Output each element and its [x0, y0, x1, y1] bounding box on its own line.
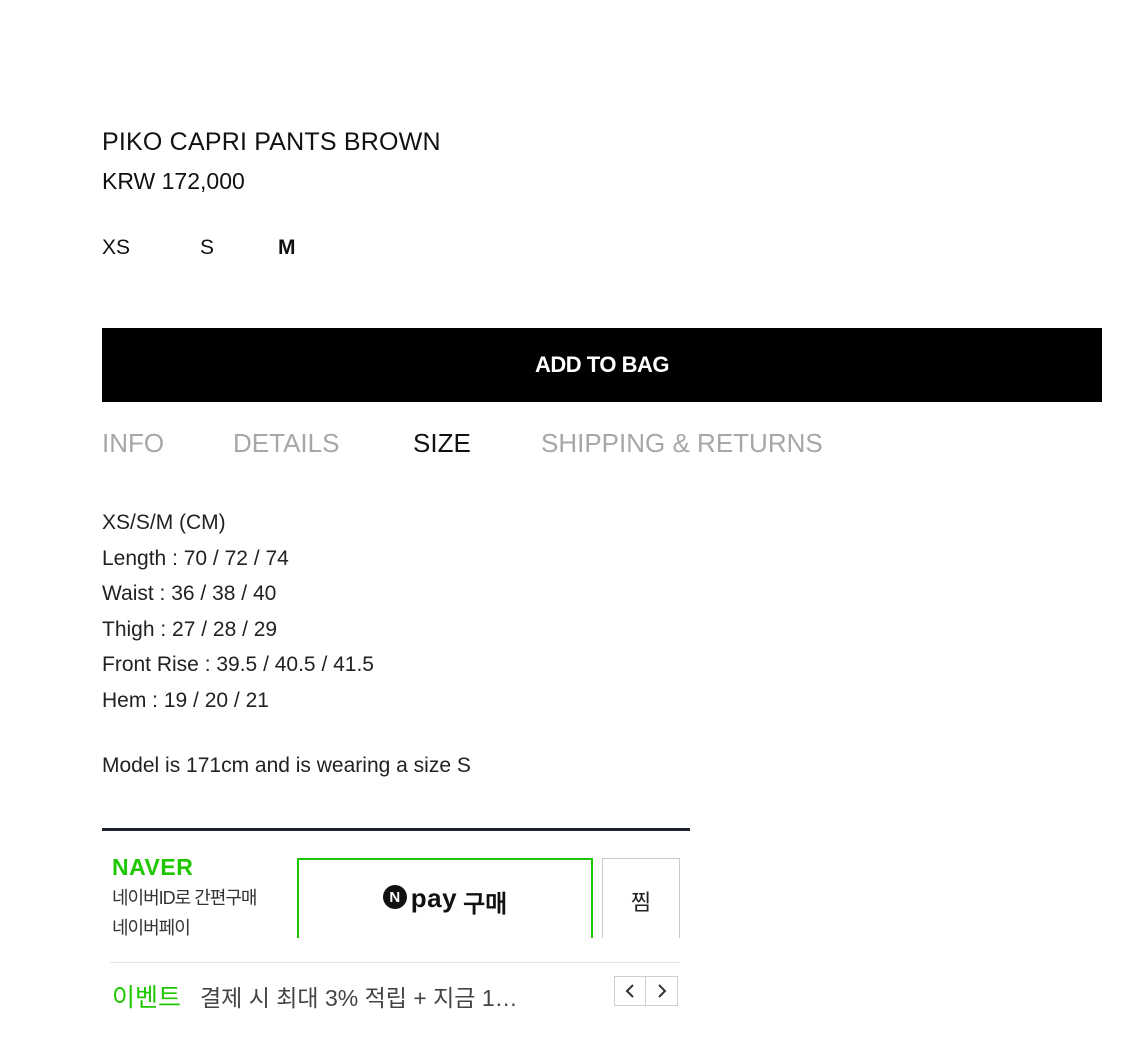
tab-size[interactable]: SIZE: [413, 428, 471, 459]
size-spec-hem: Hem : 19 / 20 / 21: [102, 688, 269, 712]
naver-pay-event-divider: [110, 962, 680, 963]
naver-pay-top-divider: [102, 828, 690, 831]
naver-event-text[interactable]: 결제 시 최대 3% 적립 + 지금 1…: [200, 979, 518, 1013]
naver-pay-buy-label: 구매: [463, 891, 508, 918]
size-option-m[interactable]: M: [278, 236, 296, 260]
naver-event-label: 이벤트: [112, 984, 182, 1012]
naver-subtitle-line1: 네이버ID로 간편구매: [112, 888, 257, 908]
naver-subtitle-line2: 네이버페이: [112, 918, 191, 938]
size-spec-thigh: Thigh : 27 / 28 / 29: [102, 617, 278, 641]
size-spec-header: XS/S/M (CM): [102, 511, 226, 534]
event-next-button[interactable]: [646, 976, 678, 1006]
naver-pay-word: pay: [410, 883, 458, 913]
event-prev-button[interactable]: [614, 976, 646, 1006]
naver-pay-buy-button[interactable]: N pay 구매: [297, 858, 593, 938]
tab-details[interactable]: DETAILS: [233, 428, 339, 459]
size-spec-front-rise: Front Rise : 39.5 / 40.5 / 41.5: [102, 653, 374, 676]
model-note: Model is 171cm and is wearing a size S: [102, 754, 471, 777]
naver-wishlist-button[interactable]: 찜: [602, 858, 680, 938]
tab-info[interactable]: INFO: [102, 428, 164, 459]
chevron-right-icon: [657, 984, 666, 998]
tab-shipping-returns[interactable]: SHIPPING & RETURNS: [541, 428, 823, 459]
size-option-xs[interactable]: XS: [102, 236, 200, 260]
size-selector: XS S M: [102, 236, 296, 260]
chevron-left-icon: [625, 984, 634, 998]
naver-logo: NAVER: [112, 854, 194, 880]
product-price: KRW 172,000: [102, 168, 245, 194]
naver-n-icon: N: [382, 885, 407, 909]
size-specs: XS/S/M (CM) Length : 70 / 72 / 74 Waist …: [102, 505, 374, 718]
size-spec-waist: Waist : 36 / 38 / 40: [102, 582, 277, 605]
size-spec-length: Length : 70 / 72 / 74: [102, 546, 289, 570]
naver-pay-widget: NAVER 네이버ID로 간편구매 네이버페이 N pay 구매 찜 이벤트 결…: [102, 828, 690, 1028]
product-title: PIKO CAPRI PANTS BROWN: [102, 128, 441, 156]
naver-event-nav: [614, 976, 678, 1006]
size-option-s[interactable]: S: [200, 236, 278, 260]
add-to-bag-button[interactable]: ADD TO BAG: [102, 328, 1102, 402]
